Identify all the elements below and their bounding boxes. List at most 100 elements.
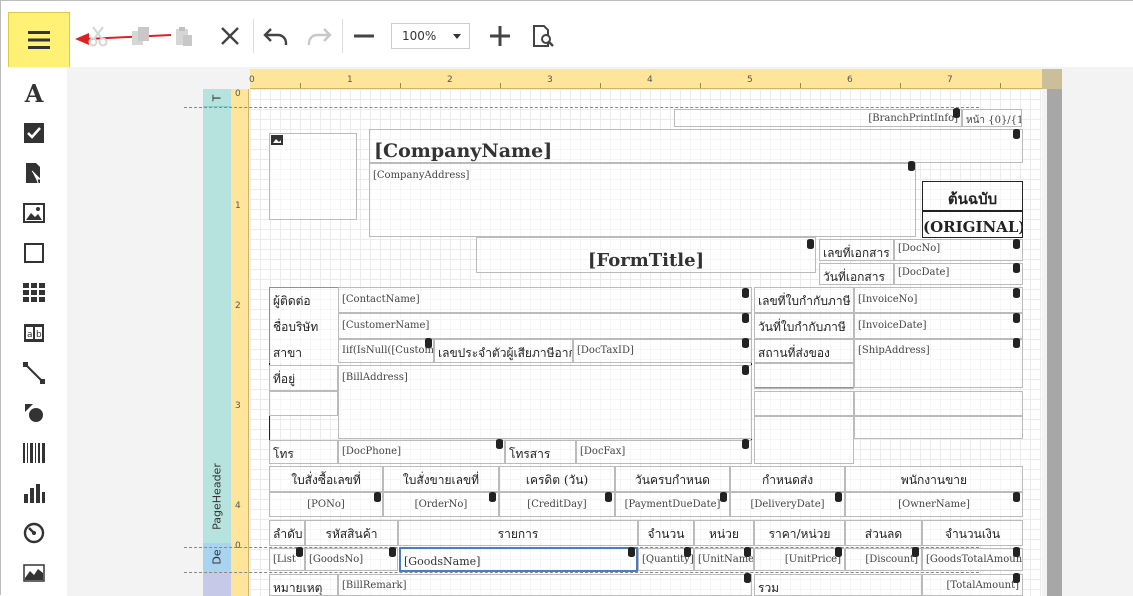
- ruler-tick: 3: [235, 401, 241, 411]
- database-icon: [953, 108, 960, 118]
- field-text: [DocDate]: [898, 267, 950, 278]
- doc-no-field[interactable]: [DocNo]: [894, 239, 1023, 261]
- database-icon: [742, 338, 749, 348]
- text-label-icon: A: [24, 78, 44, 108]
- rich-text-tool[interactable]: [20, 159, 48, 187]
- zoom-in-button[interactable]: [485, 21, 515, 51]
- owner-name-field[interactable]: [OwnerName]: [845, 492, 1023, 517]
- panel-tool[interactable]: [20, 239, 48, 267]
- invoice-no-label: เลขที่ใบกำกับภาษี: [754, 287, 854, 313]
- table-tool[interactable]: [20, 279, 48, 307]
- customer-name-field[interactable]: [CustomerName]: [338, 313, 752, 339]
- goods-no-field[interactable]: [GoodsNo]: [305, 548, 398, 571]
- band-divider: [184, 572, 979, 573]
- header-text: รายการ: [497, 527, 539, 541]
- rich-text-icon: [26, 163, 42, 184]
- undo-button[interactable]: [261, 21, 291, 51]
- band-top-margin[interactable]: T: [203, 89, 231, 107]
- database-icon: [835, 492, 842, 502]
- label-text: สาขา: [273, 346, 303, 360]
- branch-print-info-field[interactable]: [BranchPrintInfo]: [674, 109, 962, 127]
- ship-address-field[interactable]: [ShipAddress]: [854, 339, 1023, 388]
- goods-total-amount-field[interactable]: [GoodsTotalAmount]: [922, 548, 1023, 571]
- chart-tool[interactable]: [20, 479, 48, 507]
- goods-name-field[interactable]: [GoodsName]: [399, 547, 638, 572]
- logo-picture-box[interactable]: [269, 133, 357, 220]
- database-icon: [1013, 492, 1020, 502]
- fax-label: โทรสาร: [505, 440, 576, 464]
- discount-field[interactable]: [Discount]: [845, 548, 922, 571]
- zoom-select[interactable]: 100%: [391, 23, 470, 49]
- company-label: ชื่อบริษัท: [269, 313, 338, 339]
- taxid-field[interactable]: [DocTaxID]: [573, 339, 752, 363]
- header-text: ใบสั่งขายเลขที่: [402, 473, 480, 487]
- menu-button[interactable]: [8, 12, 70, 68]
- band-label: PageHeader: [210, 463, 224, 530]
- bill-remark-field[interactable]: [BillRemark]: [338, 574, 752, 596]
- item-header: รหัสสินค้า: [305, 520, 398, 546]
- doc-phone-field[interactable]: [DocPhone]: [338, 440, 505, 464]
- label-text: สถานที่ส่งของ: [758, 346, 830, 360]
- line-tool[interactable]: [20, 359, 48, 387]
- vertical-ruler: 0 1 2 3 4 0: [231, 89, 249, 596]
- bill-address-field[interactable]: [BillAddress]: [338, 365, 752, 439]
- band-label: De: [210, 549, 224, 565]
- field-text: [GoodsName]: [404, 555, 481, 568]
- header-text: รหัสสินค้า: [325, 527, 378, 541]
- picture-icon: [271, 135, 283, 145]
- order-header: ใบสั่งขายเลขที่: [383, 466, 499, 492]
- ruler-tick: 1: [347, 75, 353, 85]
- doc-fax-field[interactable]: [DocFax]: [576, 440, 752, 464]
- label-text: โทร: [273, 447, 294, 461]
- database-icon: [1013, 239, 1020, 249]
- header-text: ใบสั่งซื้อเลขที่: [291, 473, 361, 487]
- chevron-down-icon: [453, 34, 461, 39]
- vertical-scrollbar[interactable]: [1047, 89, 1062, 596]
- paste-button[interactable]: [169, 21, 199, 51]
- invoice-spacer: [854, 416, 1023, 439]
- delete-button[interactable]: [215, 21, 245, 51]
- company-address-field[interactable]: [CompanyAddress]: [369, 163, 916, 237]
- company-name-field[interactable]: [CompanyName]: [369, 129, 1023, 163]
- database-icon: [742, 439, 749, 449]
- credit-day-field[interactable]: [CreditDay]: [499, 492, 615, 517]
- cut-button[interactable]: [83, 21, 113, 51]
- redo-icon: [307, 28, 332, 45]
- contact-name-field[interactable]: [ContactName]: [338, 287, 752, 313]
- shape-tool[interactable]: [20, 399, 48, 427]
- copy-button[interactable]: [126, 21, 156, 51]
- header-text: พนักงานขาย: [900, 473, 968, 487]
- zoom-out-button[interactable]: [349, 21, 379, 51]
- payment-due-date-field[interactable]: [PaymentDueDate]: [615, 492, 730, 517]
- band-footer[interactable]: [203, 571, 231, 596]
- ruler-tick: 1: [235, 201, 241, 211]
- barcode-tool[interactable]: [20, 439, 48, 467]
- invoice-no-field[interactable]: [InvoiceNo]: [854, 287, 1023, 313]
- field-text: [OwnerName]: [898, 499, 970, 510]
- page-number-field[interactable]: หน้า {0}/{1}: [962, 109, 1022, 127]
- order-no-field[interactable]: [OrderNo]: [383, 492, 499, 517]
- order-header: ใบสั่งซื้อเลขที่: [269, 466, 383, 492]
- form-title-field[interactable]: [FormTitle]: [476, 237, 816, 273]
- branch-field[interactable]: Iif(IsNull([Custom: [338, 339, 434, 363]
- doc-date-field[interactable]: [DocDate]: [894, 263, 1023, 285]
- redo-button[interactable]: [304, 21, 334, 51]
- band-page-header[interactable]: PageHeader: [203, 107, 231, 543]
- shape-icon: [25, 404, 43, 422]
- total-amount-field[interactable]: [TotalAmount]: [922, 574, 1023, 596]
- label-text: (ORIGINAL): [923, 218, 1023, 236]
- gauge-tool[interactable]: [20, 519, 48, 547]
- character-comb-tool[interactable]: ab: [20, 319, 48, 347]
- sparkline-tool[interactable]: [20, 559, 48, 587]
- po-no-field[interactable]: [PONo]: [269, 492, 383, 517]
- paste-icon: [176, 27, 192, 46]
- label-text: เลขที่เอกสาร: [823, 246, 890, 260]
- delivery-date-field[interactable]: [DeliveryDate]: [730, 492, 845, 517]
- label-tool[interactable]: A: [20, 78, 48, 108]
- unit-price-field[interactable]: [UnitPrice]: [754, 548, 845, 571]
- ruler-tick: 2: [235, 301, 241, 311]
- checkbox-tool[interactable]: [20, 119, 48, 147]
- preview-button[interactable]: [528, 21, 558, 51]
- picture-box-tool[interactable]: [20, 199, 48, 227]
- invoice-date-field[interactable]: [InvoiceDate]: [854, 313, 1023, 339]
